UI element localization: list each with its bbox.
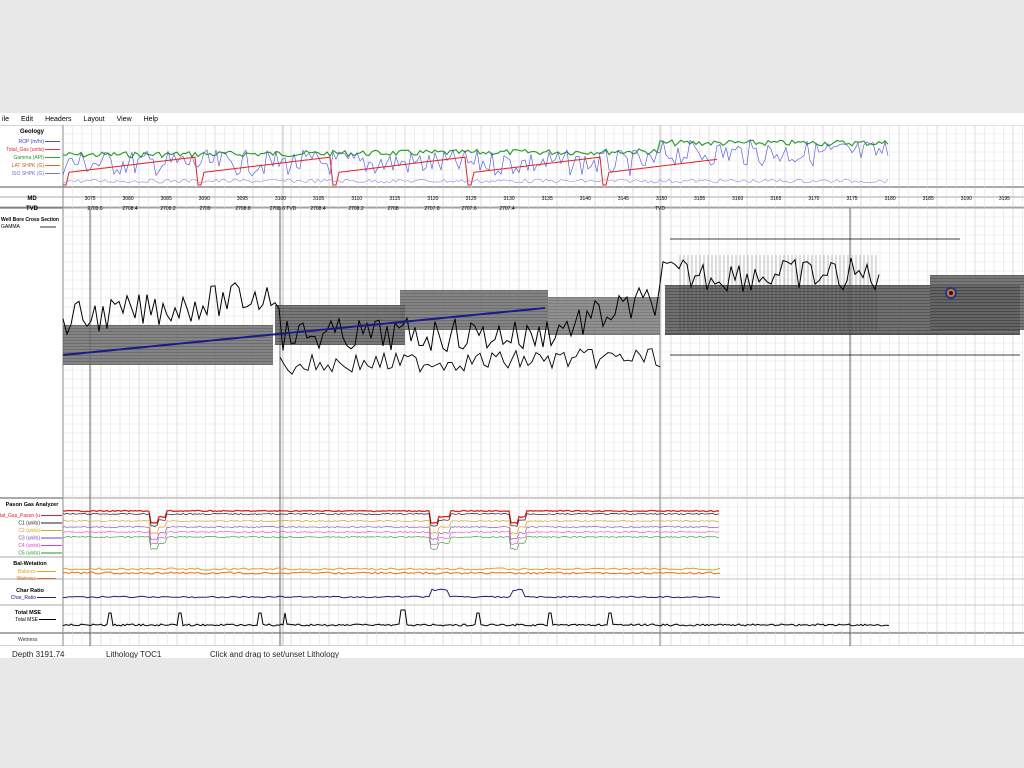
legend-label: Wetness (17, 576, 37, 582)
wellbore-gamma-curve-2 (279, 348, 661, 375)
md-tick: 3105 (313, 196, 324, 202)
pason-gas-curve (62, 531, 719, 545)
tvd-tick: TVD (655, 206, 665, 212)
md-tick: 3110 (351, 196, 362, 202)
md-tick: 3075 (84, 196, 95, 202)
md-tick: 3085 (161, 196, 172, 202)
mse-curve (62, 609, 890, 627)
menu-help[interactable]: Help (142, 116, 160, 123)
balwet-title: Bal-Wetation (13, 561, 47, 567)
md-tick: 3135 (542, 196, 553, 202)
menu-bar: ile Edit Headers Layout View Help (0, 113, 1024, 125)
menu-headers[interactable]: Headers (43, 116, 73, 123)
legend-label: Total_Gas_Pason (u (0, 513, 40, 519)
status-lithology: Lithology TOC1 (106, 649, 162, 659)
legend-label: C4 (units) (18, 543, 40, 549)
md-tick: 3165 (770, 196, 781, 202)
md-tick: 3175 (846, 196, 857, 202)
tvd-tick: 2708.8 (235, 206, 251, 212)
tvd-tick: 2709.2 (160, 206, 176, 212)
tvd-axis-label: TVD (26, 206, 39, 212)
legend-label: ISO SHPK (G) (12, 171, 45, 177)
lithology-fill (548, 297, 660, 335)
pason-gas-curve (62, 509, 720, 525)
legend-label: ROP (m/hr) (19, 139, 45, 145)
md-tick: 3180 (885, 196, 896, 202)
md-axis-label: MD (27, 196, 37, 202)
tvd-tick: 2708.2 (348, 206, 364, 212)
legend-label: Total_Gas (units) (6, 147, 44, 153)
tvd-tick: 2709.6 (87, 206, 103, 212)
lithology-block (930, 275, 1024, 330)
legend-label: C3 (units) (18, 536, 40, 542)
md-tick: 3195 (999, 196, 1010, 202)
application-window: ile Edit Headers Layout View Help Geolog… (0, 113, 1024, 658)
legend-label: Gamma (API) (13, 155, 44, 161)
menu-edit[interactable]: Edit (19, 116, 35, 123)
legend-label: Balance (18, 569, 36, 575)
legend-label: C2 (units) (18, 528, 40, 534)
md-tick: 3140 (580, 196, 591, 202)
menu-file[interactable]: ile (0, 116, 11, 123)
md-tick: 3170 (808, 196, 819, 202)
md-tick: 3090 (199, 196, 210, 202)
wellbore-title: Well Bore Cross Section (1, 217, 59, 223)
status-depth: Depth 3191.74 (12, 649, 65, 659)
lithology-block (548, 297, 660, 335)
md-tick: 3160 (732, 196, 743, 202)
md-tick: 3145 (618, 196, 629, 202)
pason-gas-curve (62, 513, 720, 527)
wetness-curve (63, 571, 721, 575)
geology-title: Geology (20, 129, 45, 135)
md-tick: 3185 (923, 196, 934, 202)
charratio-legend: Char_Ratio (11, 595, 56, 601)
mse-cut-label: Wetness (18, 637, 38, 643)
target-icon-center (949, 291, 953, 295)
tvd-tick: 2708 (387, 206, 398, 212)
legend-label: C1 (units) (18, 521, 40, 527)
status-bar: Depth 3191.74 Lithology TOC1 Click and d… (0, 648, 1024, 659)
menu-view[interactable]: View (115, 116, 134, 123)
log-plot-canvas[interactable]: Geology ROP (m/hr) Total_Gas (units) Gamma… (0, 124, 1024, 647)
log-plot-area[interactable]: Geology ROP (m/hr) Total_Gas (units) Gamma… (0, 124, 1024, 647)
grid-lines (0, 124, 1024, 647)
geology-legend: ROP (m/hr) Total_Gas (units) Gamma (API) LA… (6, 139, 60, 177)
legend-label: LAT SHPK (G) (12, 163, 45, 169)
md-tick: 3115 (389, 196, 400, 202)
md-tick: 3095 (237, 196, 248, 202)
legend-label: C5 (units) (18, 551, 40, 557)
balwet-legend: BalanceWetness (17, 569, 56, 582)
balance-curve (62, 567, 721, 571)
tvd-tick: 2708.4 (122, 206, 138, 212)
tvd-tick: 2707.8 (424, 206, 440, 212)
char-ratio-curve (63, 588, 721, 599)
tvd-tick: 2708.4 (310, 206, 326, 212)
menu-layout[interactable]: Layout (82, 116, 107, 123)
legend-label: Total MSE (15, 617, 38, 623)
md-tick: 3130 (504, 196, 515, 202)
md-tick: 3120 (427, 196, 438, 202)
charratio-title: Char Ratio (16, 588, 44, 594)
md-tick: 3100 (275, 196, 286, 202)
mse-title: Total MSE (15, 610, 42, 616)
md-tick: 3190 (961, 196, 972, 202)
md-tick: 3150 (656, 196, 667, 202)
md-tick: 3155 (694, 196, 705, 202)
tvd-tick: 2707.6 (461, 206, 477, 212)
pason-title: Pason Gas Analyzer (6, 502, 60, 508)
total-gas-curve (63, 156, 718, 186)
legend-label: Char_Ratio (11, 595, 37, 601)
tvd-tick: 2707.4 (499, 206, 515, 212)
md-tick: 3080 (123, 196, 134, 202)
wellbore-gamma-label: GAMMA (1, 224, 21, 230)
tvd-tick: 2708.6 TVD (270, 206, 297, 212)
status-hint: Click and drag to set/unset Lithology (210, 649, 339, 659)
tvd-tick: 2709 (199, 206, 210, 212)
md-tick: 3125 (465, 196, 476, 202)
pason-legend: Total_Gas_Pason (u C1 (units)C2 (units) C3… (0, 513, 62, 557)
mse-legend: Total MSE (15, 617, 56, 623)
